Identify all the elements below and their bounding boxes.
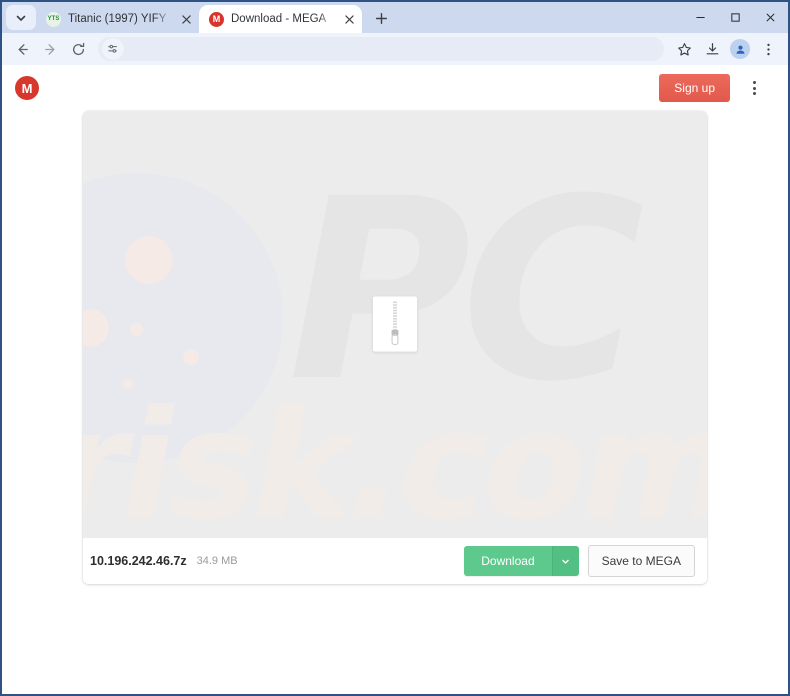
window-maximize-icon[interactable] — [718, 2, 753, 33]
new-tab-plus-icon[interactable] — [368, 5, 394, 31]
browser-tab-title: Titanic (1997) YIFY - Download — [68, 13, 171, 25]
back-arrow-left-icon[interactable] — [8, 35, 36, 63]
window-controls — [683, 2, 788, 33]
browser-toolbar — [2, 33, 788, 65]
downloads-tray-icon[interactable] — [698, 35, 726, 63]
window-close-icon[interactable] — [753, 2, 788, 33]
file-download-card: PC risk.com 10.196.242.46.7z 34.9 MB Dow… — [83, 111, 707, 584]
profile-avatar-icon[interactable] — [726, 35, 754, 63]
bookmark-star-icon[interactable] — [670, 35, 698, 63]
save-to-mega-button[interactable]: Save to MEGA — [587, 545, 695, 577]
page-viewport: M Sign up PC risk.com 10.196.242.46.7z 3… — [2, 65, 788, 694]
forward-arrow-right-icon[interactable] — [36, 35, 64, 63]
download-options-chevron-down-icon[interactable] — [551, 546, 579, 576]
address-bar[interactable] — [98, 37, 664, 61]
watermark-dot — [123, 379, 133, 389]
yify-favicon: YTS — [46, 11, 61, 27]
sign-up-button[interactable]: Sign up — [659, 74, 730, 102]
extensions-sliders-icon[interactable] — [102, 38, 124, 60]
file-name-label: 10.196.242.46.7z — [90, 554, 187, 568]
download-button[interactable]: Download — [464, 546, 552, 576]
browser-window: YTS Titanic (1997) YIFY - Download M Dow… — [0, 0, 790, 696]
reload-icon[interactable] — [64, 35, 92, 63]
watermark-text-primary: PC — [288, 145, 645, 436]
watermark-circle — [83, 173, 283, 463]
browser-tab-mega[interactable]: M Download - MEGA — [199, 5, 362, 33]
mega-menu-three-dots-vertical-icon[interactable] — [742, 75, 766, 101]
tab-close-icon[interactable] — [177, 10, 195, 28]
tab-search-chevron-down-icon[interactable] — [6, 5, 36, 30]
file-size-label: 34.9 MB — [196, 555, 238, 567]
window-minimize-icon[interactable] — [683, 2, 718, 33]
watermark-dot — [83, 309, 109, 347]
dot — [752, 92, 756, 95]
browser-menu-three-dots-vertical-icon[interactable] — [754, 35, 782, 63]
download-button-group: Download — [464, 546, 579, 576]
browser-tab-titanic[interactable]: YTS Titanic (1997) YIFY - Download — [36, 5, 199, 33]
watermark-text-secondary: risk.com — [83, 379, 707, 537]
mega-site-header: M Sign up — [2, 65, 788, 111]
mega-favicon: M — [209, 11, 224, 27]
tab-close-icon[interactable] — [340, 10, 358, 28]
file-preview-area: PC risk.com — [83, 111, 707, 537]
browser-titlebar: YTS Titanic (1997) YIFY - Download M Dow… — [2, 2, 788, 33]
browser-tab-title: Download - MEGA — [231, 13, 327, 25]
file-card-footer: 10.196.242.46.7z 34.9 MB Download Save t… — [83, 537, 707, 584]
dot — [752, 81, 756, 84]
mega-logo-icon[interactable]: M — [15, 76, 39, 100]
watermark-dot — [130, 323, 143, 336]
avatar[interactable] — [730, 39, 750, 59]
zip-archive-icon — [372, 295, 418, 353]
watermark-dot — [125, 236, 173, 284]
dot — [752, 86, 756, 90]
watermark-dot — [183, 349, 199, 365]
